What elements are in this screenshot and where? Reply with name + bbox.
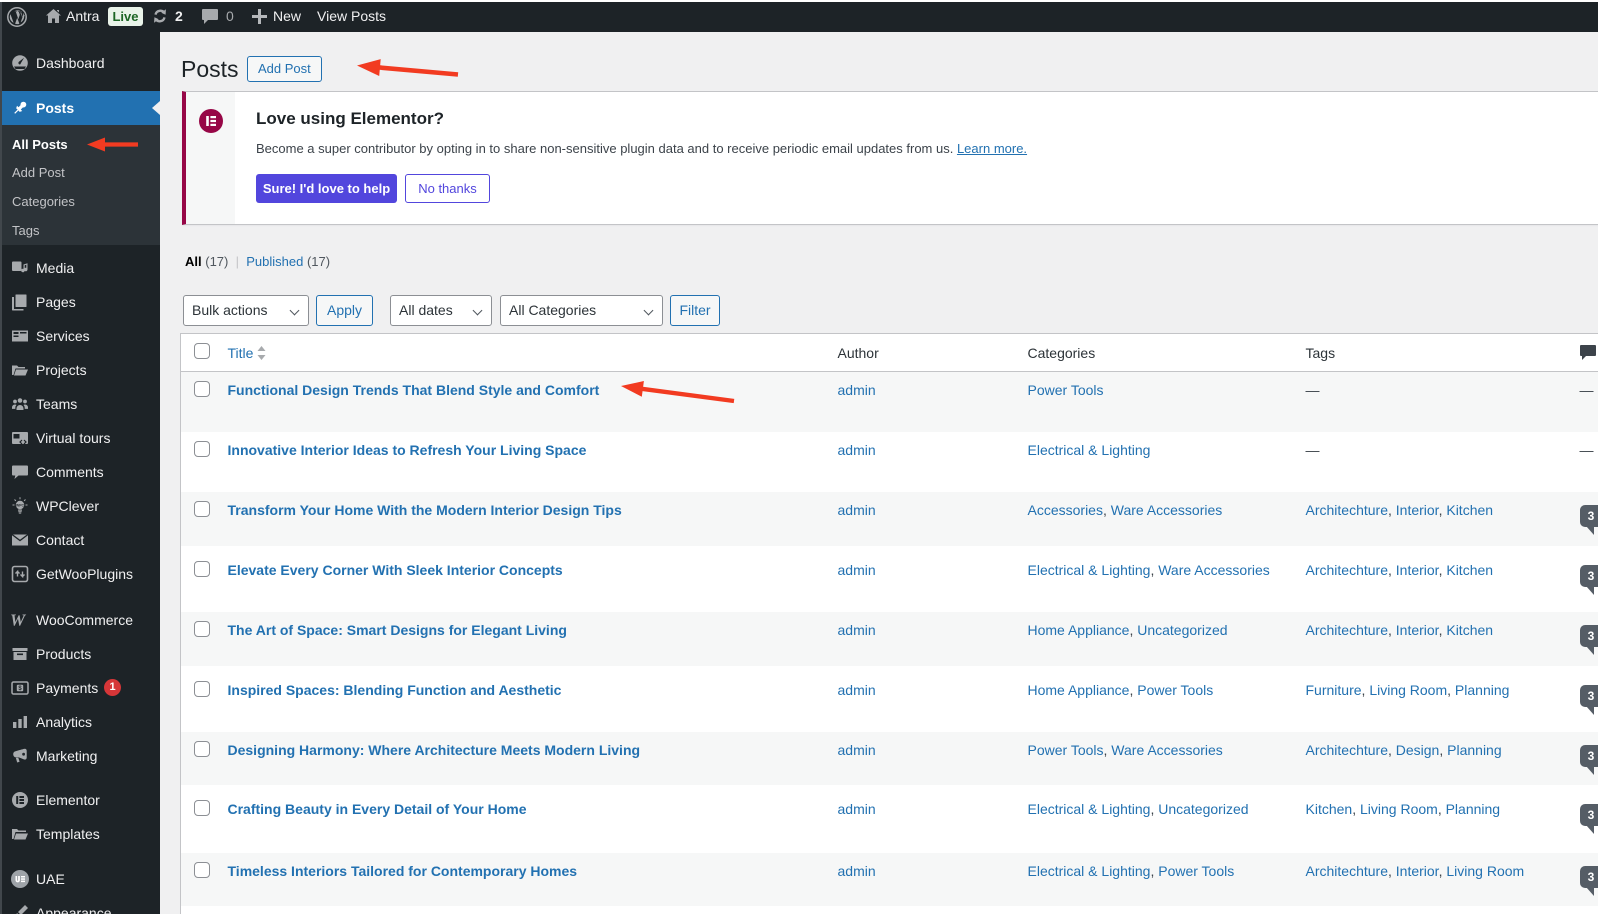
svg-text:WPC: WPC — [16, 504, 24, 508]
svg-text:W: W — [10, 610, 27, 629]
